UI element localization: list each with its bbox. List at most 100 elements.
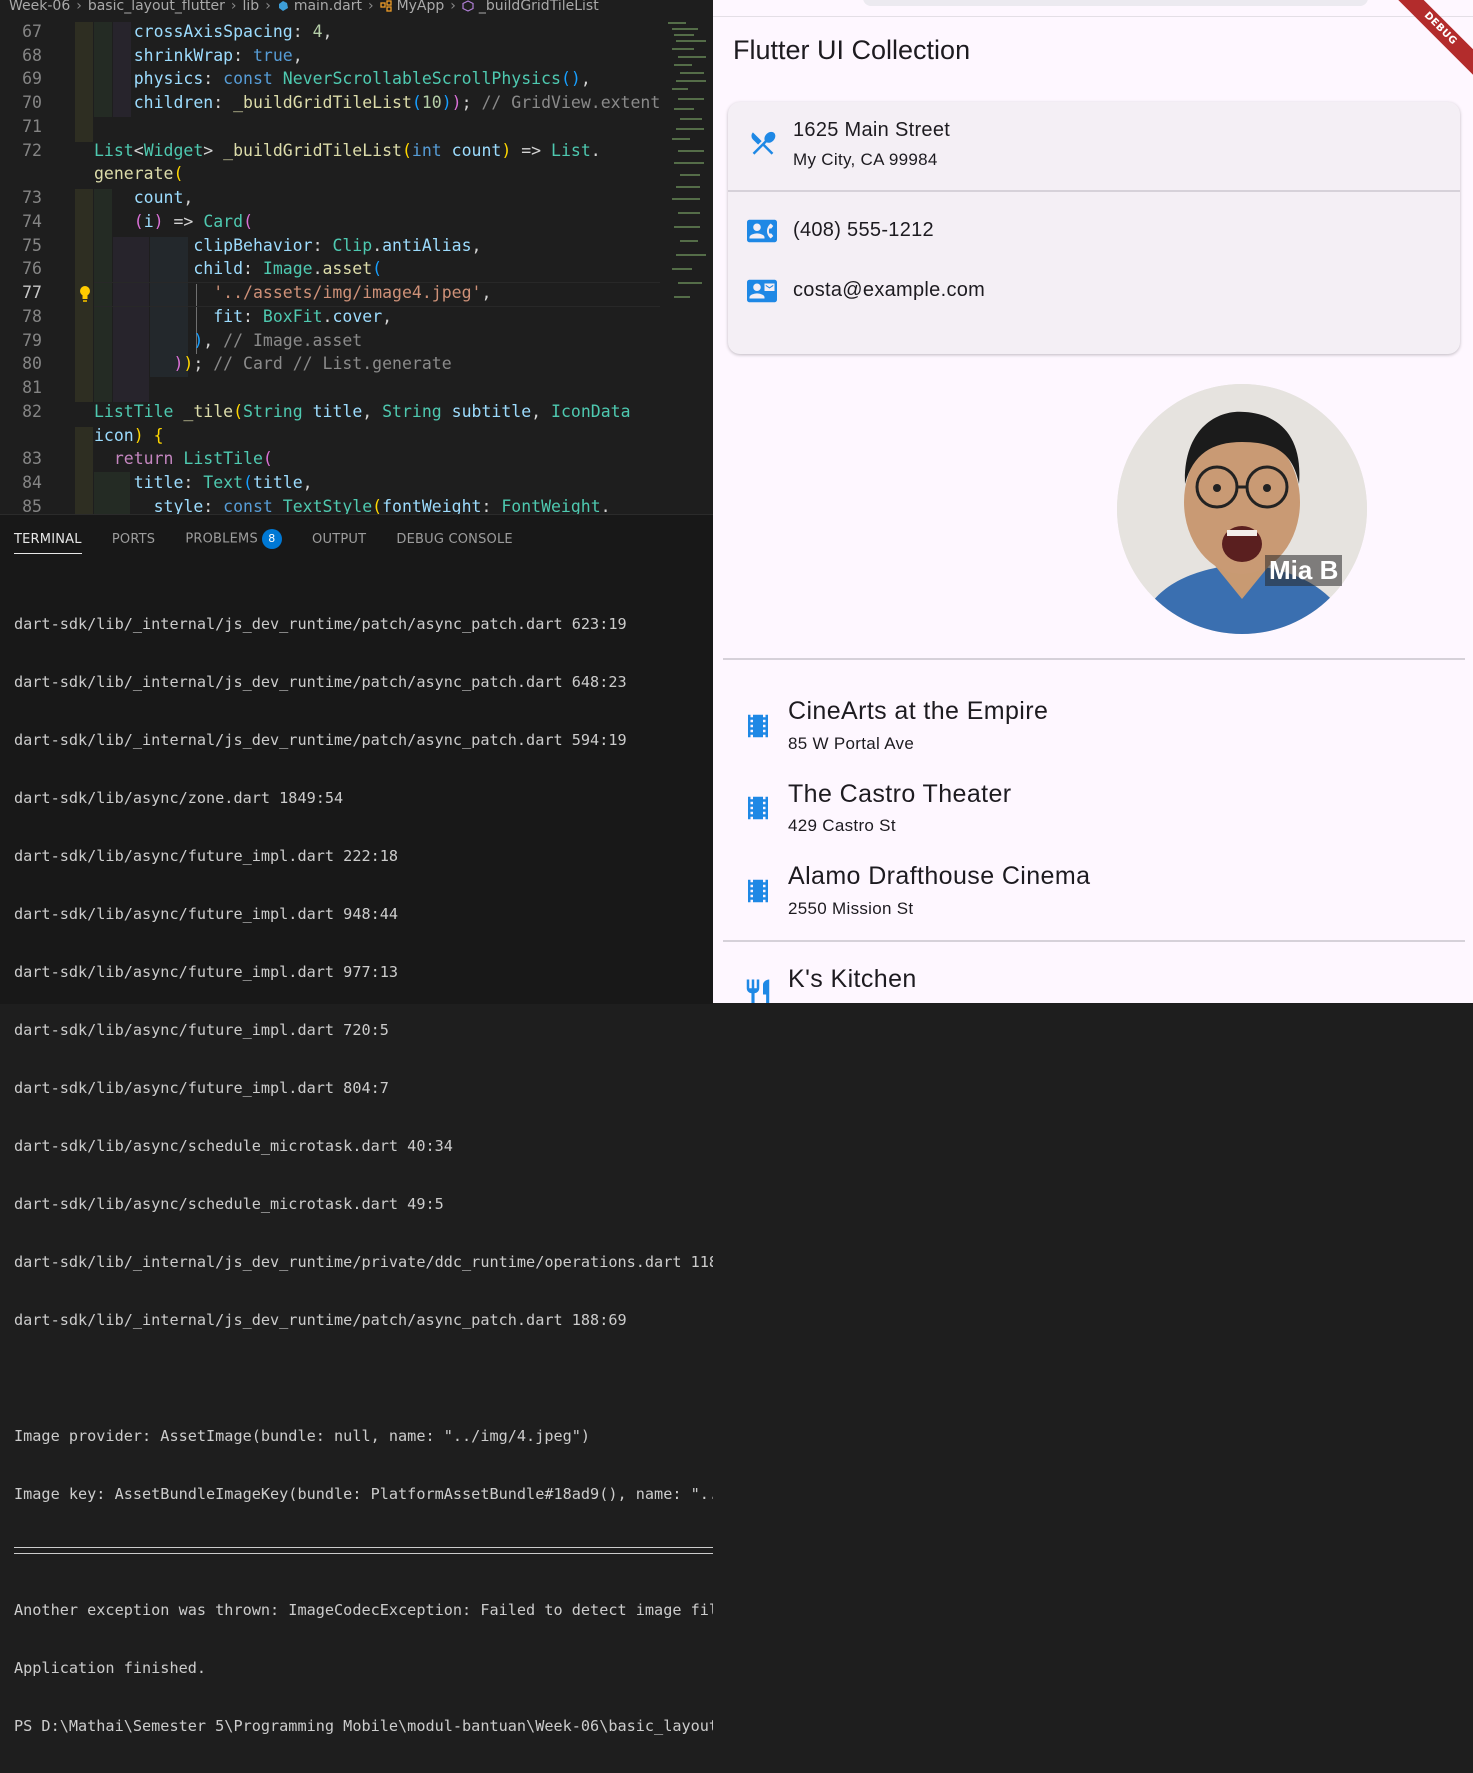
line-number: 75 <box>22 236 42 255</box>
appbar-divider <box>713 16 1473 17</box>
panel-tabs: TERMINAL PORTS PROBLEMS 8 OUTPUT DEBUG CO… <box>14 529 539 554</box>
line-number: 85 <box>22 497 42 514</box>
restaurant-menu-icon <box>746 979 770 1003</box>
code-line: (i) => Card( <box>133 212 253 231</box>
restaurant-icon <box>751 131 776 155</box>
code-comment: // Card // List.generate <box>213 354 452 373</box>
app-title: Flutter UI Collection <box>733 35 971 65</box>
minimap[interactable] <box>666 18 712 308</box>
code-line: return ListTile( <box>113 449 273 468</box>
terminal-line: dart-sdk/lib/_internal/js_dev_runtime/pa… <box>14 1311 627 1329</box>
line-number: 72 <box>22 141 42 160</box>
line-number: 74 <box>22 212 42 231</box>
address-line1: 1625 Main Street <box>793 119 951 141</box>
code-line: child: Image.asset( <box>193 259 383 278</box>
tab-problems-label: PROBLEMS <box>185 531 258 547</box>
line-number: 81 <box>22 378 42 397</box>
terminal-line: dart-sdk/lib/async/zone.dart 1849:54 <box>14 789 344 807</box>
line-number: 78 <box>22 307 42 326</box>
breadcrumb-item[interactable]: main.dart <box>294 0 362 14</box>
terminal-line: dart-sdk/lib/async/future_impl.dart 948:… <box>14 905 399 923</box>
avatar <box>1117 384 1367 634</box>
code-line: ListTile _tile(String title, String subt… <box>94 402 631 421</box>
email-address: costa@example.com <box>793 279 986 301</box>
code-line: style: const TextStyle(fontWeight: FontW… <box>153 497 611 514</box>
theaters-icon <box>748 879 768 903</box>
terminal-line: dart-sdk/lib/_internal/js_dev_runtime/pa… <box>14 615 627 633</box>
card-divider <box>728 190 1460 192</box>
line-number: 73 <box>22 188 42 207</box>
line-number: 77 <box>22 283 42 302</box>
tab-debug-console[interactable]: DEBUG CONSOLE <box>396 532 512 547</box>
line-number: 70 <box>22 93 42 112</box>
line-number: 67 <box>22 22 42 41</box>
chevron-right-icon: › <box>367 0 374 14</box>
lightbulb-icon[interactable] <box>78 285 92 303</box>
terminal-line: dart-sdk/lib/async/schedule_microtask.da… <box>14 1137 453 1155</box>
tab-problems[interactable]: PROBLEMS 8 <box>185 529 282 549</box>
code-line: generate( <box>94 164 184 183</box>
terminal-line: dart-sdk/lib/async/future_impl.dart 804:… <box>14 1079 389 1097</box>
method-icon <box>462 0 474 12</box>
terminal-line: dart-sdk/lib/async/future_impl.dart 222:… <box>14 847 399 865</box>
code-line: physics: const NeverScrollableScrollPhys… <box>133 69 591 88</box>
code-line: icon) { <box>94 426 164 445</box>
tab-output[interactable]: OUTPUT <box>312 532 366 547</box>
breadcrumb-item[interactable]: MyApp <box>397 0 445 14</box>
list-item-title: CineArts at the Empire <box>788 697 1049 725</box>
code-line: children: _buildGridTileList(10)); // Gr… <box>133 93 661 112</box>
tab-terminal[interactable]: TERMINAL <box>14 532 82 554</box>
breadcrumb: Week-06 › basic_layout_flutter › lib › main.da… <box>0 0 669 16</box>
contact-card: 1625 Main Street My City, CA 99984 (408)… <box>728 102 1460 354</box>
list-item-subtitle: 85 W Portal Ave <box>788 734 915 753</box>
breadcrumb-item[interactable]: Week-06 <box>9 0 70 14</box>
terminal-line: Image key: AssetBundleImageKey(bundle: P… <box>14 1485 713 1503</box>
theaters-icon <box>748 714 768 738</box>
terminal-output[interactable]: dart-sdk/lib/_internal/js_dev_runtime/pa… <box>14 577 713 1773</box>
avatar-image <box>1117 384 1367 634</box>
line-number: 83 <box>22 449 42 468</box>
breadcrumb-item[interactable]: basic_layout_flutter <box>88 0 225 14</box>
section-divider <box>723 658 1465 660</box>
terminal-line: dart-sdk/lib/_internal/js_dev_runtime/pa… <box>14 731 627 749</box>
code-line: crossAxisSpacing: 4, <box>133 22 333 41</box>
chevron-right-icon: › <box>230 0 237 14</box>
tab-ports[interactable]: PORTS <box>112 532 155 547</box>
breadcrumb-item[interactable]: _buildGridTileList <box>479 0 599 14</box>
breadcrumb-item[interactable]: lib <box>243 0 260 14</box>
terminal-panel: TERMINAL PORTS PROBLEMS 8 OUTPUT DEBUG CO… <box>0 514 713 1735</box>
line-number: 84 <box>22 473 42 492</box>
code-line: ), // Image.asset <box>193 331 363 350</box>
line-number: 71 <box>22 117 42 136</box>
phone-number: (408) 555-1212 <box>793 219 934 241</box>
address-line2: My City, CA 99984 <box>793 150 938 169</box>
code-area[interactable]: 67 68 69 70 71 72 73 74 75 76 77 78 79 8… <box>0 22 713 514</box>
code-line: count, <box>133 188 194 207</box>
class-icon <box>379 0 392 12</box>
browser-url-bar[interactable] <box>863 0 1368 6</box>
chevron-right-icon: › <box>76 0 82 14</box>
line-number: 79 <box>22 331 42 350</box>
indent-band <box>75 427 93 514</box>
code-line: title: Text(title, <box>133 473 313 492</box>
list-item-title: Alamo Drafthouse Cinema <box>788 862 1091 890</box>
debug-banner: DEBUG <box>1387 0 1473 82</box>
terminal-line: Application finished. <box>14 1659 207 1677</box>
list-item-subtitle: 2550 Mission St <box>788 899 914 918</box>
contact-mail-icon <box>747 279 777 303</box>
code-line: '../assets/img/image4.jpeg', <box>213 283 492 302</box>
line-number: 76 <box>22 259 42 278</box>
terminal-line: dart-sdk/lib/async/future_impl.dart 977:… <box>14 963 399 981</box>
list-item-title: The Castro Theater <box>788 780 1012 808</box>
dart-file-icon <box>278 1 288 11</box>
code-line: clipBehavior: Clip.antiAlias, <box>193 236 482 255</box>
terminal-separator <box>14 1547 713 1554</box>
flutter-app-preview: Flutter UI Collection DEBUG 1625 Main St… <box>713 0 1473 1003</box>
terminal-line: dart-sdk/lib/async/future_impl.dart 720:… <box>14 1021 389 1039</box>
terminal-line: dart-sdk/lib/async/schedule_microtask.da… <box>14 1195 444 1213</box>
line-number: 80 <box>22 354 42 373</box>
list-item-title: K's Kitchen <box>788 965 917 993</box>
list-item-subtitle: 429 Castro St <box>788 816 896 835</box>
line-number: 69 <box>22 69 42 88</box>
